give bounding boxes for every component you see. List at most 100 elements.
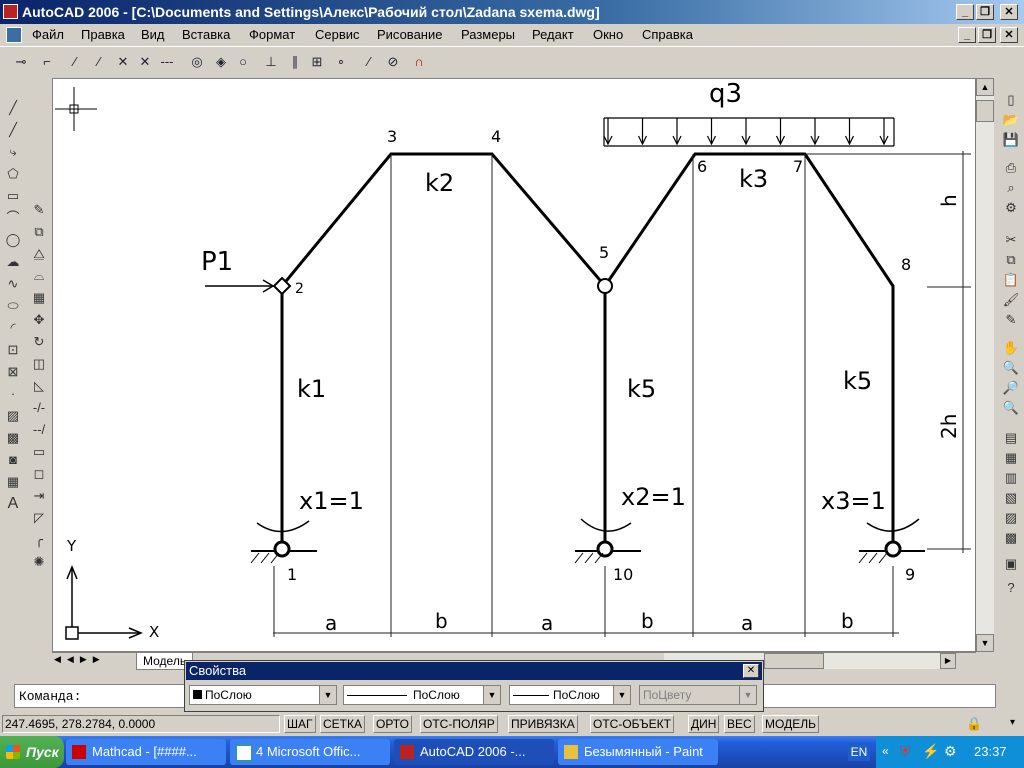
open-icon[interactable]: 📂: [1000, 110, 1022, 130]
move-icon[interactable]: ✥: [28, 310, 50, 330]
status-dyn[interactable]: ДИН: [688, 715, 720, 733]
fillet-icon[interactable]: ╭: [28, 530, 50, 550]
doc-restore-button[interactable]: ❐: [978, 27, 996, 43]
polyline-icon[interactable]: ⤷: [2, 142, 24, 162]
close-button[interactable]: ✕: [1000, 4, 1018, 20]
copy-clip-icon[interactable]: ⧉: [1000, 250, 1022, 270]
menu-edit[interactable]: Правка: [81, 27, 125, 42]
snap-perpendicular-icon[interactable]: ⊥: [260, 51, 282, 73]
construction-line-icon[interactable]: ╱: [2, 120, 24, 140]
menu-file[interactable]: Файл: [32, 27, 64, 42]
snap-intersection-icon[interactable]: ✕: [112, 51, 134, 73]
zoom-window-icon[interactable]: 🔎: [1000, 378, 1022, 398]
snap-insert-icon[interactable]: ⊞: [306, 51, 328, 73]
menu-format[interactable]: Формат: [249, 27, 295, 42]
spline-icon[interactable]: ∿: [2, 274, 24, 294]
mirror-icon[interactable]: ⧋: [28, 244, 50, 264]
offset-icon[interactable]: ⌓: [28, 266, 50, 286]
snap-node-icon[interactable]: ∘: [330, 51, 352, 73]
autocad-app-icon[interactable]: [3, 4, 18, 19]
menu-tools[interactable]: Сервис: [315, 27, 360, 42]
erase-icon[interactable]: ✎: [28, 200, 50, 220]
status-model[interactable]: МОДЕЛЬ: [762, 715, 819, 733]
break-icon[interactable]: ◻: [28, 464, 50, 484]
point-icon[interactable]: ·: [2, 384, 24, 404]
doc-minimize-button[interactable]: _: [958, 27, 976, 43]
snap-parallel-icon[interactable]: ∥: [284, 51, 306, 73]
pan-icon[interactable]: ✋: [1000, 338, 1022, 358]
hatch-icon[interactable]: ▨: [2, 406, 24, 426]
snap-tangent-icon[interactable]: ○: [232, 51, 254, 73]
clock[interactable]: 23:37: [974, 744, 1007, 759]
task-autocad[interactable]: AutoCAD 2006 -...: [394, 739, 554, 765]
start-button[interactable]: Пуск: [0, 736, 64, 768]
status-osnap[interactable]: ПРИВЯЗКА: [508, 715, 578, 733]
zoom-realtime-icon[interactable]: 🔍: [1000, 358, 1022, 378]
plot-icon[interactable]: ⎙: [1000, 158, 1022, 178]
explode-icon[interactable]: ✺: [28, 552, 50, 572]
snap-apparent-intersection-icon[interactable]: ✕: [134, 51, 156, 73]
array-icon[interactable]: ▦: [28, 288, 50, 308]
status-lwt[interactable]: ВЕС: [724, 715, 755, 733]
antivirus-icon[interactable]: ⛨: [900, 743, 911, 760]
sheet-set-icon[interactable]: ▧: [1000, 488, 1022, 508]
h-scroll-thumb[interactable]: [764, 653, 824, 669]
scroll-right-arrow-icon[interactable]: ▶: [940, 653, 956, 669]
snap-nearest-icon[interactable]: ⁄: [358, 51, 380, 73]
match-properties-icon[interactable]: 🖌: [1000, 290, 1022, 310]
chamfer-icon[interactable]: ◸: [28, 508, 50, 528]
rectangle-icon[interactable]: ▭: [2, 186, 24, 206]
block-editor-icon[interactable]: ✎: [1000, 310, 1022, 330]
snap-quadrant-icon[interactable]: ◈: [210, 51, 232, 73]
join-icon[interactable]: ⇥: [28, 486, 50, 506]
document-icon[interactable]: [6, 27, 22, 43]
revision-cloud-icon[interactable]: ☁: [2, 252, 24, 272]
arc-icon[interactable]: ⌒: [2, 208, 24, 228]
status-menu-arrow-icon[interactable]: ▾: [1010, 717, 1015, 728]
restore-button[interactable]: ❐: [976, 4, 994, 20]
design-center-icon[interactable]: ▦: [1000, 448, 1022, 468]
circle-icon[interactable]: ◯: [2, 230, 24, 250]
quickcalc-icon[interactable]: ▩: [1000, 528, 1022, 548]
publish-icon[interactable]: ⚙: [1000, 198, 1022, 218]
dropdown-arrow-icon[interactable]: ▼: [319, 686, 336, 704]
properties-close-icon[interactable]: ✕: [743, 664, 759, 678]
ellipse-icon[interactable]: ⬭: [2, 296, 24, 316]
osnap-settings-icon[interactable]: ∩: [408, 51, 430, 73]
scroll-down-arrow-icon[interactable]: ▼: [976, 634, 994, 652]
stretch-icon[interactable]: ◺: [28, 376, 50, 396]
vertical-scrollbar[interactable]: ▲ ▼: [976, 78, 994, 652]
extend-icon[interactable]: --/: [28, 420, 50, 440]
tray-expand-icon[interactable]: «: [882, 744, 889, 758]
menu-modify[interactable]: Редакт: [532, 27, 574, 42]
drawing-canvas[interactable]: 3 4 5 6 7 8 2 1 10 9 k2 k3 k1 k5 k5 P1 q…: [52, 78, 976, 652]
new-icon[interactable]: ▯: [1000, 90, 1022, 110]
menu-view[interactable]: Вид: [141, 27, 165, 42]
linetype-combo[interactable]: ПоСлою ▼: [343, 685, 501, 705]
minimize-button[interactable]: _: [956, 4, 974, 20]
save-icon[interactable]: 💾: [1000, 130, 1022, 150]
task-mathcad[interactable]: Mathcad - [####...: [66, 739, 226, 765]
status-polar[interactable]: ОТС-ПОЛЯР: [420, 715, 498, 733]
ellipse-arc-icon[interactable]: ◜: [2, 318, 24, 338]
network-icon[interactable]: ⚙: [944, 743, 957, 760]
cut-icon[interactable]: ✂: [1000, 230, 1022, 250]
task-office[interactable]: 4 Microsoft Offic...: [230, 739, 390, 765]
dropdown-arrow-icon[interactable]: ▼: [613, 686, 630, 704]
make-block-icon[interactable]: ⊠: [2, 362, 24, 382]
language-indicator[interactable]: EN: [848, 743, 870, 761]
status-snap[interactable]: ШАГ: [284, 715, 316, 733]
menu-help[interactable]: Справка: [642, 27, 693, 42]
status-ortho[interactable]: ОРТО: [373, 715, 412, 733]
tab-nav-arrows-icon[interactable]: ◀◀▶▶: [54, 654, 106, 665]
lock-icon[interactable]: 🔒: [966, 716, 982, 732]
plot-preview-icon[interactable]: ⌕: [1000, 178, 1022, 198]
insert-block-icon[interactable]: ⊡: [2, 340, 24, 360]
copy-icon[interactable]: ⧉: [28, 222, 50, 242]
snap-endpoint-icon[interactable]: ⁄: [64, 51, 86, 73]
multiline-text-icon[interactable]: A: [2, 494, 24, 514]
snap-extension-icon[interactable]: ---: [156, 51, 178, 73]
snap-none-icon[interactable]: ⊘: [382, 51, 404, 73]
scale-icon[interactable]: ◫: [28, 354, 50, 374]
snap-from-icon[interactable]: ⌐: [36, 51, 58, 73]
